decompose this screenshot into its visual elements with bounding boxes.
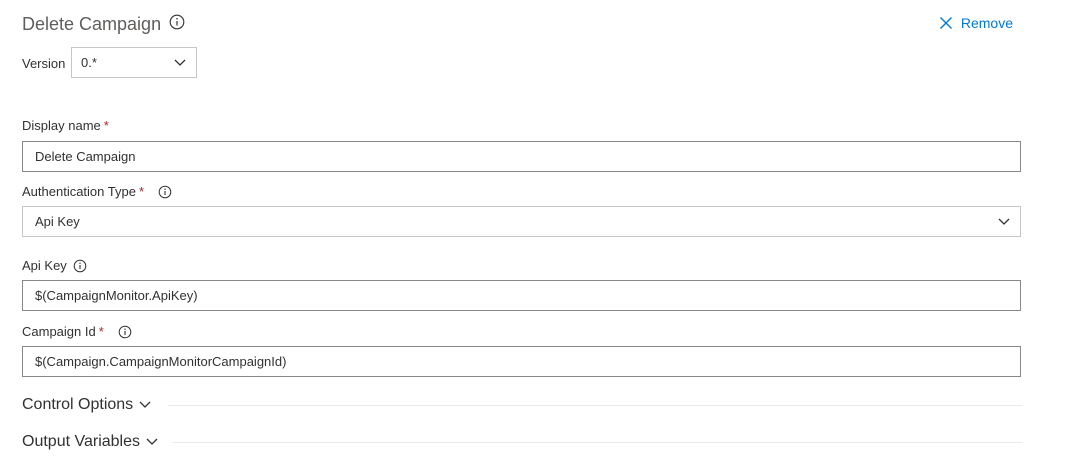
version-label: Version <box>22 56 66 71</box>
task-header: Delete Campaign <box>22 14 185 35</box>
auth-type-value: Api Key <box>35 214 80 229</box>
info-icon[interactable] <box>158 185 172 199</box>
campaign-id-label: Campaign Id * <box>22 324 132 339</box>
remove-label: Remove <box>960 15 1013 31</box>
display-name-label-text: Display name <box>22 118 101 133</box>
campaign-id-field[interactable]: $(Campaign.CampaignMonitorCampaignId) <box>22 346 1021 377</box>
auth-type-label: Authentication Type * <box>22 184 172 199</box>
campaign-id-label-text: Campaign Id <box>22 324 96 339</box>
info-icon[interactable] <box>73 259 87 273</box>
info-icon[interactable] <box>118 325 132 339</box>
output-variables-label: Output Variables <box>22 433 140 450</box>
control-options-section[interactable]: Control Options <box>22 396 151 414</box>
section-divider <box>172 442 1023 443</box>
section-divider <box>168 405 1023 406</box>
required-marker: * <box>103 118 109 133</box>
chevron-down-icon <box>174 59 186 66</box>
api-key-field[interactable]: $(CampaignMonitor.ApiKey) <box>22 280 1021 311</box>
api-key-label: Api Key <box>22 258 87 273</box>
display-name-value: Delete Campaign <box>35 149 136 164</box>
chevron-down-icon <box>146 438 158 445</box>
api-key-label-text: Api Key <box>22 258 67 273</box>
page-title: Delete Campaign <box>22 14 162 34</box>
required-marker: * <box>138 184 145 199</box>
chevron-down-icon <box>998 218 1010 225</box>
close-icon <box>939 17 952 29</box>
output-variables-section[interactable]: Output Variables <box>22 433 158 451</box>
version-dropdown[interactable]: 0.* <box>71 47 197 78</box>
version-value: 0.* <box>81 55 97 70</box>
auth-type-dropdown[interactable]: Api Key <box>22 206 1021 237</box>
required-marker: * <box>98 324 104 339</box>
display-name-label: Display name * <box>22 118 109 133</box>
display-name-field[interactable]: Delete Campaign <box>22 141 1021 172</box>
api-key-value: $(CampaignMonitor.ApiKey) <box>35 288 198 303</box>
campaign-id-value: $(Campaign.CampaignMonitorCampaignId) <box>35 354 287 369</box>
chevron-down-icon <box>139 401 151 408</box>
remove-button[interactable]: Remove <box>939 15 1013 31</box>
control-options-label: Control Options <box>22 396 134 413</box>
info-icon[interactable] <box>169 14 185 35</box>
auth-type-label-text: Authentication Type <box>22 184 136 199</box>
